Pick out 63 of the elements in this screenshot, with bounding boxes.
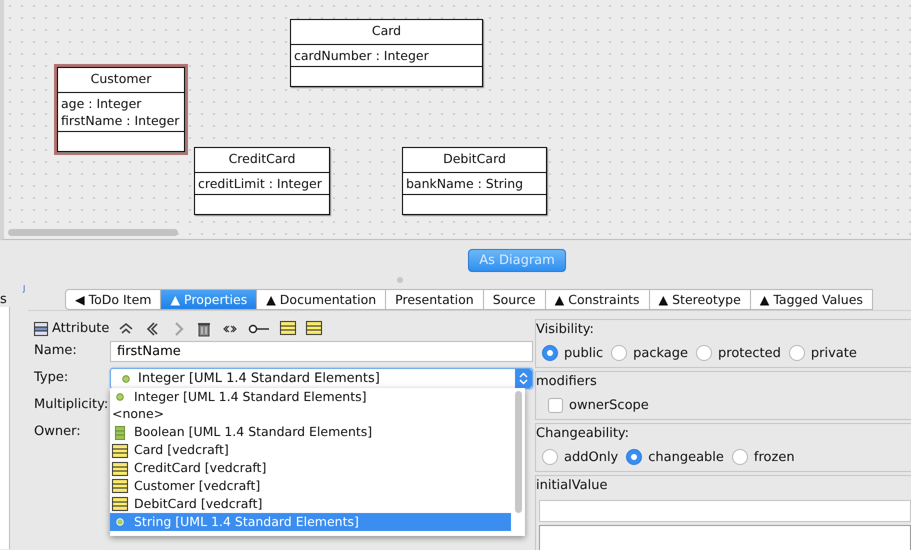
panel-label: s [0,291,7,309]
class-name: DebitCard [403,148,546,173]
tab[interactable]: ◀ ToDo Item [65,289,162,310]
name-field[interactable]: firstName [110,341,533,362]
class-icon [112,479,128,494]
datatype-icon [115,392,125,402]
dropdown-option[interactable]: Integer [UML 1.4 Standard Elements] [110,388,511,406]
class-name: CreditCard [195,148,329,173]
radio-option[interactable]: private [788,344,857,363]
dropdown-option[interactable]: CreditCard [vedcraft] [110,460,511,478]
tab[interactable]: Presentation [386,289,484,310]
dropdown-option[interactable]: Card [vedcraft] [110,442,511,460]
checkbox-option[interactable]: ownerScope [548,396,649,415]
field-label: Type: [34,369,70,387]
class-name: Customer [58,68,184,93]
toolbar-title: Attribute [52,320,110,338]
field-label: Owner: [34,423,82,441]
radio-option[interactable]: public [542,344,604,363]
uml-class[interactable]: Card cardNumber : Integer [287,16,486,90]
dropdown-option[interactable]: Boolean [UML 1.4 Standard Elements] [110,424,511,442]
class-attribute: bankName : String [406,174,524,192]
radio-option[interactable]: addOnly [542,448,618,467]
enumeration-icon [115,426,125,440]
uml-class[interactable]: Customer age : Integer firstName : Integer [54,64,188,155]
tab[interactable]: Source [484,289,546,310]
dropdown-value: Integer [UML 1.4 Standard Elements] [138,370,380,388]
field-label: Multiplicity: [34,396,110,414]
back-icon [144,321,160,337]
class-icon [280,321,296,337]
uml-class[interactable]: CreditCard creditLimit : Integer [191,144,333,218]
attribute-icon [34,322,48,336]
dropdown-option[interactable]: DebitCard [vedcraft] [110,495,511,514]
dropdown-option[interactable]: <none> [110,406,511,424]
class-icon [112,444,128,458]
tab[interactable]: ▲ Documentation [257,289,386,310]
initial-value-field[interactable] [539,500,911,522]
dropdown-option[interactable]: Customer [vedcraft] [110,477,511,496]
tab[interactable]: ▲ Tagged Values [750,289,873,310]
scrollbar-thumb[interactable] [8,229,178,236]
tab[interactable]: ▲ Stereotype [650,289,751,310]
class-icon [112,497,128,512]
class-name: Card [291,20,482,45]
class-attribute: cardNumber : Integer [294,46,430,64]
scrollbar-thumb[interactable] [515,391,522,513]
panel-mark: J [23,283,26,295]
datatype-icon [115,517,125,528]
splitter-handle[interactable] [397,277,403,283]
field-label: Name: [34,342,78,360]
radio-option[interactable]: changeable [626,448,724,467]
uml-class[interactable]: DebitCard bankName : String [399,144,550,218]
class-attribute: creditLimit : Integer [198,174,323,192]
class-attribute: age : Integer [61,94,142,112]
radio-option[interactable]: protected [696,344,781,363]
tab[interactable]: ▲ Constraints [546,289,650,310]
type-dropdown[interactable]: Integer [UML 1.4 Standard Elements] [110,368,533,389]
class-attribute: firstName : Integer [61,112,180,129]
class-icon [112,462,128,476]
chevron-icon [519,372,528,385]
radio-option[interactable]: frozen [732,448,795,467]
class-icon [306,321,322,337]
trash-icon [196,321,212,337]
datatype-icon [121,374,131,384]
radio-option[interactable]: package [611,344,688,363]
